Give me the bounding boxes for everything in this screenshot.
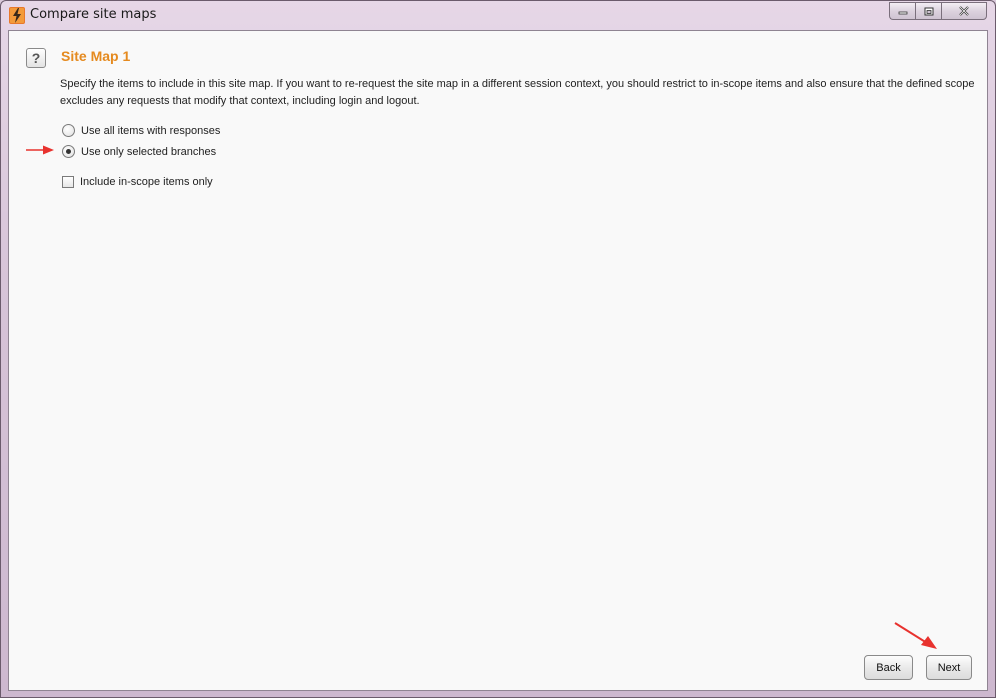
- section-heading: Site Map 1: [61, 48, 131, 64]
- option-selected-branches-label: Use only selected branches: [81, 145, 217, 158]
- section-description: Specify the items to include in this sit…: [60, 78, 975, 107]
- title-bar[interactable]: Compare site maps: [1, 1, 995, 30]
- option-in-scope-only-label: Include in-scope items only: [80, 176, 213, 188]
- compare-site-maps-window: Compare site maps ? Site Map 1 Specify t…: [0, 0, 996, 698]
- checkbox-in-scope-only[interactable]: [62, 176, 74, 188]
- caption-buttons: [889, 2, 987, 22]
- minimize-icon: [898, 11, 907, 15]
- dialog-content: ? Site Map 1 Specify the items to includ…: [8, 30, 988, 691]
- burp-lightning-icon: [9, 7, 25, 24]
- window-title: Compare site maps: [30, 7, 157, 22]
- radio-selected-branches[interactable]: [62, 145, 75, 158]
- close-icon: [959, 6, 969, 16]
- option-selected-branches[interactable]: Use only selected branches: [62, 145, 216, 158]
- option-all-items-label: Use all items with responses: [81, 124, 221, 137]
- close-button[interactable]: [941, 2, 987, 20]
- next-button[interactable]: Next: [926, 655, 972, 680]
- restore-button[interactable]: [915, 2, 941, 20]
- option-all-items[interactable]: Use all items with responses: [62, 124, 220, 137]
- annotation-arrow-icon: [26, 145, 54, 155]
- back-button[interactable]: Back: [864, 655, 913, 680]
- option-in-scope-only[interactable]: Include in-scope items only: [62, 176, 213, 188]
- radio-all-items[interactable]: [62, 124, 75, 137]
- restore-icon: [924, 7, 933, 15]
- help-icon[interactable]: ?: [26, 48, 46, 68]
- annotation-arrow-icon: [894, 622, 937, 649]
- minimize-button[interactable]: [889, 2, 915, 20]
- help-glyph: ?: [31, 50, 41, 66]
